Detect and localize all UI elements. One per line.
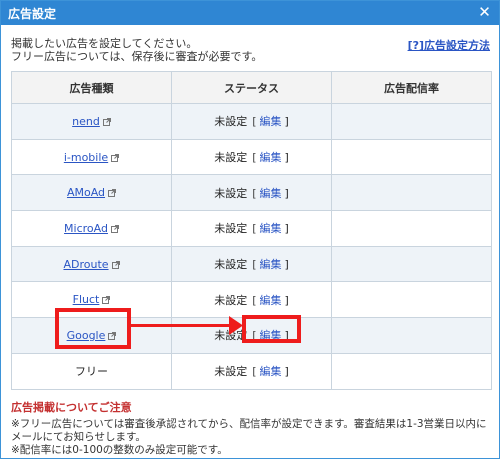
status-cell: 未設定[編集] [171,245,332,283]
ad-type-cell: AMoAd [11,174,172,212]
delivery-rate-cell [331,281,492,319]
status-text: 未設定 [214,293,248,307]
status-text: 未設定 [214,151,248,165]
ad-settings-dialog: 広告設定 ✕ 掲載したい広告を設定してください。 フリー広告については、保存後に… [0,0,500,459]
highlight-arrow-head-icon [229,316,243,335]
edit-link-adroute[interactable]: 編集 [260,258,282,271]
delivery-rate-cell [331,174,492,212]
delivery-rate-cell [331,103,492,140]
external-link-icon [108,189,117,198]
table-row: i-mobile 未設定[編集] [11,138,492,176]
ad-link-nend[interactable]: nend [72,115,100,128]
table-row: nend 未設定[編集] [11,103,492,140]
notice-heading: 広告掲載についてご注意 [11,401,132,414]
help-link[interactable]: [?]広告設定方法 [408,37,490,53]
ad-link-amoad[interactable]: AMoAd [67,186,105,199]
status-cell: 未設定[編集] [171,103,332,140]
edit-link-nend[interactable]: 編集 [260,115,282,128]
edit-link-fluct[interactable]: 編集 [260,294,282,307]
notice-line-3: ※配信率には0-100の整数のみ設定可能です。 [11,444,228,456]
table-row: AMoAd 未設定[編集] [11,174,492,212]
notice-line-1: ※フリー広告については審査後承認されてから、配信率が設定できます。審査結果は1-… [11,418,487,430]
delivery-rate-cell [331,210,492,247]
table-row: MicroAd 未設定[編集] [11,210,492,247]
table-header-row: 広告種類 ステータス 広告配信率 [11,71,492,104]
header-status: ステータス [171,71,332,104]
delivery-rate-cell [331,317,492,354]
notice-section: 広告掲載についてご注意 ※フリー広告については審査後承認されてから、配信率が設定… [11,399,491,457]
delivery-rate-cell [331,352,492,390]
status-text: 未設定 [214,222,248,236]
edit-link-i-mobile[interactable]: 編集 [260,151,282,164]
status-text: 未設定 [214,258,248,272]
intro-line-2: フリー広告については、保存後に審査が必要です。 [11,50,263,63]
status-cell: 未設定[編集] [171,210,332,247]
header-ad-type: 広告種類 [11,71,172,104]
intro-line-1: 掲載したい広告を設定してください。 [11,37,198,50]
highlight-box-google [55,308,131,349]
status-cell: 未設定[編集] [171,174,332,212]
ad-type-cell: MicroAd [11,210,172,247]
external-link-icon [102,117,111,126]
ad-type-cell: ADroute [11,245,172,283]
external-link-icon [110,224,119,233]
ad-link-i-mobile[interactable]: i-mobile [64,151,108,164]
status-cell: 未設定[編集] [171,138,332,176]
status-text: 未設定 [214,115,248,129]
notice-line-2: メールにてお知らせします。 [11,431,146,443]
edit-link-free[interactable]: 編集 [260,365,282,378]
status-text: 未設定 [214,186,248,200]
status-text: 未設定 [214,365,248,379]
highlight-arrow-line [131,324,231,327]
highlight-box-edit [242,315,301,343]
status-cell: 未設定[編集] [171,352,332,390]
ad-type-free: フリー [75,365,108,379]
table-row: ADroute 未設定[編集] [11,245,492,283]
ad-link-fluct[interactable]: Fluct [73,293,100,306]
intro-text: 掲載したい広告を設定してください。 フリー広告については、保存後に審査が必要です… [11,37,411,63]
delivery-rate-cell [331,245,492,283]
edit-link-amoad[interactable]: 編集 [260,187,282,200]
table-row: フリー 未設定[編集] [11,352,492,390]
external-link-icon [102,296,111,305]
delivery-rate-cell [331,138,492,176]
ad-type-cell: nend [11,103,172,140]
header-delivery-rate: 広告配信率 [331,71,492,104]
ad-type-cell: フリー [11,352,172,390]
external-link-icon [111,260,120,269]
status-cell: 未設定[編集] [171,281,332,319]
ad-link-microad[interactable]: MicroAd [64,222,108,235]
dialog-title: 広告設定 [8,7,57,21]
close-icon[interactable]: ✕ [476,4,493,21]
title-bar: 広告設定 ✕ [1,1,499,25]
external-link-icon [111,153,120,162]
ad-link-adroute[interactable]: ADroute [63,258,108,271]
ad-type-cell: i-mobile [11,138,172,176]
edit-link-microad[interactable]: 編集 [260,222,282,235]
